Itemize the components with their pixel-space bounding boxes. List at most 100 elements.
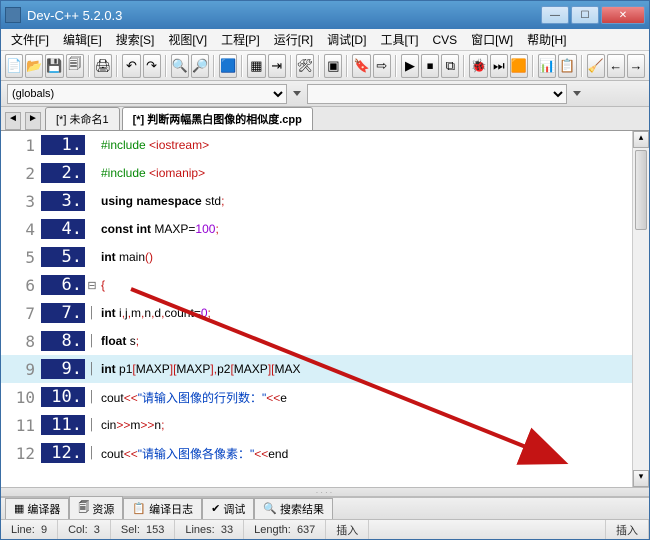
editor-area: 11.#include <iostream>22.#include <ioman… <box>1 131 649 487</box>
line-number-inner: 3. <box>41 191 85 211</box>
output-tabs: ▦编译器🗐资源📋编译日志✔调试🔍搜索结果 <box>1 497 649 519</box>
menu-item[interactable]: 搜索[S] <box>110 29 161 50</box>
line-number-outer: 1 <box>1 136 41 155</box>
code-line[interactable]: 44.const int MAXP=100; <box>1 215 632 243</box>
output-tab[interactable]: 📋编译日志 <box>123 498 202 520</box>
close-button[interactable]: ✕ <box>601 6 645 24</box>
toolbar-button[interactable]: 📋 <box>558 54 576 78</box>
fold-gutter[interactable]: │ <box>85 335 99 347</box>
status-spacer <box>369 520 606 539</box>
menu-item[interactable]: 编辑[E] <box>57 29 108 50</box>
code-text[interactable]: using namespace std; <box>99 194 224 208</box>
menu-item[interactable]: 帮助[H] <box>521 29 572 50</box>
code-text[interactable]: int i,j,m,n,d,count=0; <box>99 306 211 320</box>
fold-gutter[interactable]: ⊟ <box>85 279 99 292</box>
status-insert: 插入 <box>606 520 649 539</box>
line-number-outer: 12 <box>1 444 41 463</box>
toolbar-button[interactable]: 💾 <box>45 54 63 78</box>
fold-gutter[interactable]: │ <box>85 307 99 319</box>
toolbar-button[interactable]: 🟧 <box>510 54 528 78</box>
toolbar-button[interactable]: 🧹 <box>587 54 605 78</box>
toolbar-button[interactable]: ⇥ <box>268 54 286 78</box>
fold-gutter[interactable]: │ <box>85 447 99 459</box>
output-tab[interactable]: 🗐资源 <box>69 496 123 521</box>
code-text[interactable]: cin>>m>>n; <box>99 418 164 432</box>
toolbar-button[interactable]: 🔖 <box>352 54 370 78</box>
code-text[interactable]: cout<<"请输入图像的行列数："<<e <box>99 389 287 406</box>
menu-item[interactable]: CVS <box>426 31 463 49</box>
fold-gutter[interactable]: │ <box>85 419 99 431</box>
toolbar-separator <box>395 55 397 77</box>
chevron-down-icon <box>293 91 301 96</box>
code-line[interactable]: 22.#include <iomanip> <box>1 159 632 187</box>
tab-icon: 🔍 <box>263 502 277 515</box>
minimize-button[interactable]: — <box>541 6 569 24</box>
toolbar-button[interactable]: ↷ <box>143 54 161 78</box>
maximize-button[interactable]: ☐ <box>571 6 599 24</box>
code-line[interactable]: 1111.│ cin>>m>>n; <box>1 411 632 439</box>
code-line[interactable]: 1010.│ cout<<"请输入图像的行列数："<<e <box>1 383 632 411</box>
menu-item[interactable]: 视图[V] <box>162 29 213 50</box>
tab-prev-button[interactable]: ◄ <box>5 112 21 130</box>
toolbar-button[interactable]: 📂 <box>25 54 43 78</box>
menu-item[interactable]: 文件[F] <box>5 29 55 50</box>
tab-next-button[interactable]: ► <box>25 112 41 130</box>
tab-label: 编译器 <box>27 501 60 517</box>
fold-gutter[interactable]: │ <box>85 391 99 403</box>
code-editor[interactable]: 11.#include <iostream>22.#include <ioman… <box>1 131 632 487</box>
code-text[interactable]: const int MAXP=100; <box>99 222 219 236</box>
menu-item[interactable]: 工程[P] <box>215 29 266 50</box>
code-text[interactable]: int main() <box>99 250 153 264</box>
code-text[interactable]: float s; <box>99 334 139 348</box>
code-line[interactable]: 33.using namespace std; <box>1 187 632 215</box>
toolbar-button[interactable]: ⏭ <box>490 54 508 78</box>
toolbar-button[interactable]: 🖨 <box>94 54 113 78</box>
toolbar-button[interactable]: 📄 <box>5 54 23 78</box>
vertical-scrollbar[interactable]: ▴ ▾ <box>632 131 649 487</box>
toolbar-button[interactable]: ⇨ <box>373 54 391 78</box>
code-text[interactable]: #include <iomanip> <box>99 166 205 180</box>
scroll-thumb[interactable] <box>635 150 647 230</box>
code-line[interactable]: 88.│ float s; <box>1 327 632 355</box>
toolbar-button[interactable]: ▦ <box>247 54 265 78</box>
code-line[interactable]: 77.│ int i,j,m,n,d,count=0; <box>1 299 632 327</box>
toolbar-button[interactable]: → <box>627 54 645 78</box>
status-line: Line: 9 <box>1 520 58 539</box>
code-text[interactable]: cout<<"请输入图像各像素："<<end <box>99 445 288 462</box>
code-line[interactable]: 1212.│ cout<<"请输入图像各像素："<<end <box>1 439 632 467</box>
output-tab[interactable]: ✔调试 <box>202 498 254 520</box>
code-line[interactable]: 99.│ int p1[MAXP][MAXP],p2[MAXP][MAX <box>1 355 632 383</box>
toolbar-button[interactable]: 📊 <box>538 54 556 78</box>
output-tab[interactable]: 🔍搜索结果 <box>254 498 333 520</box>
menu-item[interactable]: 窗口[W] <box>465 29 519 50</box>
scroll-up-button[interactable]: ▴ <box>633 131 649 148</box>
file-tab[interactable]: [*] 判断两幅黑白图像的相似度.cpp <box>122 107 313 130</box>
class-selector[interactable]: (globals) <box>7 84 287 104</box>
menu-item[interactable]: 工具[T] <box>374 29 424 50</box>
member-selector[interactable] <box>307 84 567 104</box>
code-text[interactable]: int p1[MAXP][MAXP],p2[MAXP][MAX <box>99 362 301 376</box>
toolbar-button[interactable]: 🐞 <box>469 54 487 78</box>
toolbar-button[interactable]: ▣ <box>324 54 342 78</box>
toolbar-button[interactable]: ↶ <box>122 54 140 78</box>
toolbar-button[interactable]: 🛠 <box>296 54 315 78</box>
code-text[interactable]: #include <iostream> <box>99 138 209 152</box>
toolbar-button[interactable]: 🗐 <box>66 54 84 78</box>
toolbar-button[interactable]: 🟦 <box>219 54 237 78</box>
toolbar-button[interactable]: ← <box>607 54 625 78</box>
code-text[interactable]: { <box>99 278 105 292</box>
file-tab[interactable]: [*] 未命名1 <box>45 107 120 130</box>
code-line[interactable]: 55.int main() <box>1 243 632 271</box>
toolbar-button[interactable]: ⧉ <box>441 54 459 78</box>
code-line[interactable]: 11.#include <iostream> <box>1 131 632 159</box>
toolbar-button[interactable]: 🔎 <box>191 54 209 78</box>
toolbar-button[interactable]: ⏹ <box>421 54 439 78</box>
fold-gutter[interactable]: │ <box>85 363 99 375</box>
scroll-down-button[interactable]: ▾ <box>633 470 649 487</box>
code-line[interactable]: 66.⊟{ <box>1 271 632 299</box>
output-tab[interactable]: ▦编译器 <box>5 498 69 520</box>
toolbar-button[interactable]: 🔍 <box>171 54 189 78</box>
menu-item[interactable]: 运行[R] <box>268 29 319 50</box>
menu-item[interactable]: 调试[D] <box>321 29 372 50</box>
toolbar-button[interactable]: ▶ <box>401 54 419 78</box>
